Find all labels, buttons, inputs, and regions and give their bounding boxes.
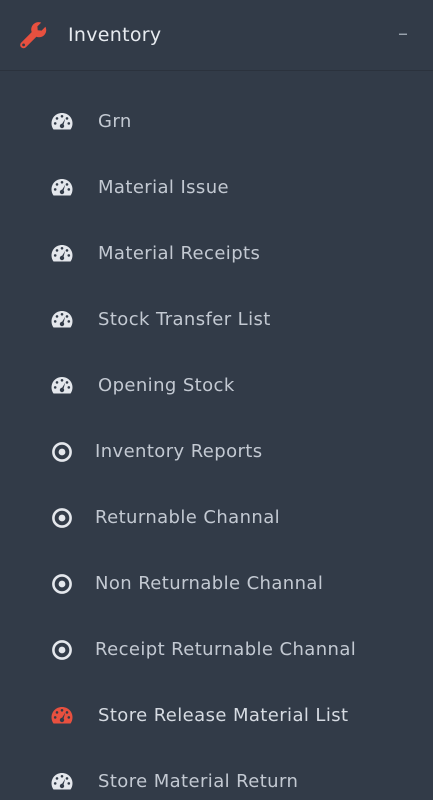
dashboard-icon xyxy=(51,245,73,262)
menu-header-inventory[interactable]: Inventory – xyxy=(0,0,433,71)
inventory-submenu: Grn Material Issue Material Receipts Sto… xyxy=(0,90,433,800)
sidebar-item-label: Store Material Return xyxy=(98,771,299,792)
sidebar-item-grn[interactable]: Grn xyxy=(0,90,433,156)
circle-dot-icon xyxy=(52,508,72,528)
circle-dot-icon xyxy=(52,442,72,462)
dashboard-icon xyxy=(51,707,73,724)
sidebar-item-label: Inventory Reports xyxy=(95,441,263,462)
dashboard-icon xyxy=(51,179,73,196)
sidebar-item-inventory-reports[interactable]: Inventory Reports xyxy=(0,420,433,486)
circle-dot-icon xyxy=(52,640,72,660)
sidebar-item-material-receipts[interactable]: Material Receipts xyxy=(0,222,433,288)
sidebar-item-label: Stock Transfer List xyxy=(98,309,271,330)
sidebar-item-label: Grn xyxy=(98,111,132,132)
dashboard-icon xyxy=(51,311,73,328)
circle-dot-icon xyxy=(52,574,72,594)
sidebar-item-non-returnable-channal[interactable]: Non Returnable Channal xyxy=(0,552,433,618)
wrench-icon xyxy=(20,22,47,49)
sidebar-item-label: Returnable Channal xyxy=(95,507,281,528)
sidebar-item-label: Store Release Material List xyxy=(98,705,349,726)
sidebar-item-receipt-returnable-channal[interactable]: Receipt Returnable Channal xyxy=(0,618,433,684)
sidebar-item-returnable-channal[interactable]: Returnable Channal xyxy=(0,486,433,552)
sidebar-item-store-material-return[interactable]: Store Material Return xyxy=(0,750,433,800)
sidebar-item-label: Material Issue xyxy=(98,177,229,198)
sidebar: Inventory – Grn Material Issue Material … xyxy=(0,0,433,800)
sidebar-item-label: Opening Stock xyxy=(98,375,235,396)
dashboard-icon xyxy=(51,113,73,130)
sidebar-item-store-release-material-list[interactable]: Store Release Material List xyxy=(0,684,433,750)
collapse-icon[interactable]: – xyxy=(391,18,415,48)
sidebar-item-stock-transfer-list[interactable]: Stock Transfer List xyxy=(0,288,433,354)
menu-header-title: Inventory xyxy=(68,24,162,46)
sidebar-item-label: Non Returnable Channal xyxy=(95,573,324,594)
dashboard-icon xyxy=(51,377,73,394)
dashboard-icon xyxy=(51,773,73,790)
sidebar-item-label: Receipt Returnable Channal xyxy=(95,639,357,660)
sidebar-item-label: Material Receipts xyxy=(98,243,261,264)
sidebar-item-material-issue[interactable]: Material Issue xyxy=(0,156,433,222)
sidebar-item-opening-stock[interactable]: Opening Stock xyxy=(0,354,433,420)
